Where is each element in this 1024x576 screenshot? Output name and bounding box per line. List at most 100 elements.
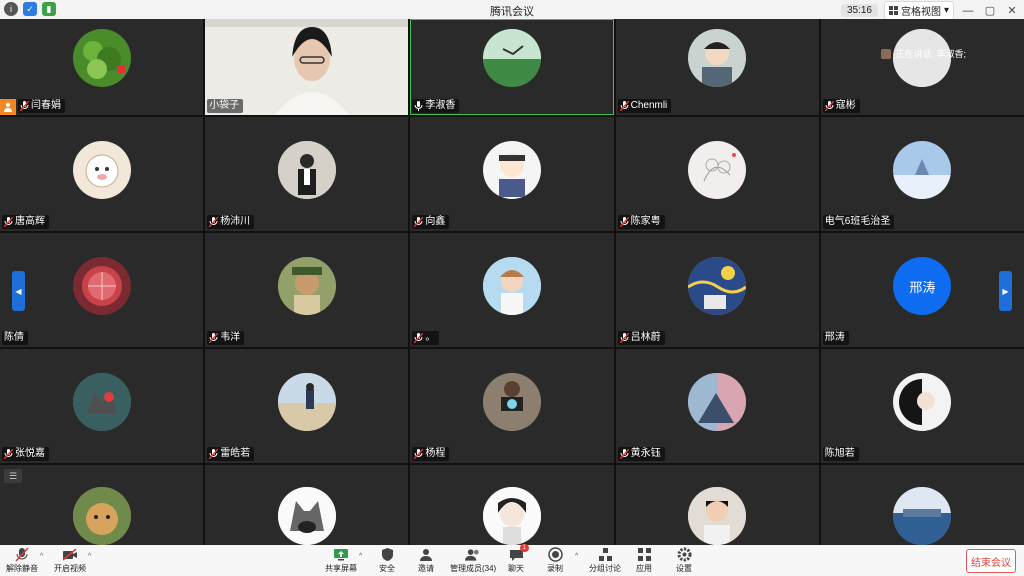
participant-tile[interactable] (205, 465, 409, 553)
maximize-icon[interactable]: ▢ (982, 4, 998, 17)
start-video-button[interactable]: 开启视频 (54, 547, 86, 574)
avatar (277, 141, 336, 199)
apps-button[interactable]: 应用 (636, 547, 652, 574)
avatar (482, 141, 541, 199)
chat-button[interactable]: 1 聊天 (508, 544, 529, 574)
muted-mic-icon (619, 332, 630, 344)
participant-tile[interactable]: 黄永钰 (615, 349, 819, 463)
avatar (893, 373, 952, 431)
participant-name: 韦洋 (220, 332, 241, 343)
breakout-button[interactable]: 分组讨论 (589, 547, 621, 574)
participant-tile[interactable]: 李淑香 (410, 19, 614, 115)
participant-tile[interactable]: 电气6班毛治圣 (820, 117, 1024, 231)
shield-icon (379, 547, 395, 562)
participant-name-tag: 吕林蔚 (617, 331, 665, 345)
share-screen-icon (333, 547, 349, 562)
chevron-right-icon: ▶ (1002, 286, 1009, 296)
breakout-label: 分组讨论 (589, 564, 621, 573)
avatar (688, 141, 747, 199)
previous-page-button[interactable]: ◀ (12, 271, 25, 311)
participant-tile[interactable] (615, 465, 819, 553)
participant-name-tag: 韦洋 (207, 331, 245, 345)
add-user-icon (418, 547, 434, 562)
participant-name: 小袋子 (209, 100, 240, 111)
meeting-toolbar: 解除静音 ^ 开启视频 ^ 共享屏幕 ^ 安全 邀请 管理成员(34) 1 聊天… (0, 544, 1024, 576)
participant-tile[interactable]: 陈家粤 (615, 117, 819, 231)
participant-name: 闫春娟 (31, 100, 61, 111)
muted-mic-icon (619, 100, 630, 112)
avatar (482, 29, 541, 87)
participant-name-tag: 杨程 (412, 447, 450, 461)
apps-label: 应用 (636, 564, 652, 573)
participant-tile[interactable]: 向鑫 (410, 117, 614, 231)
participant-tile[interactable]: 杨程 (410, 349, 614, 463)
participant-name: 。 (425, 332, 436, 343)
participant-tile[interactable]: 陈旭若 (820, 349, 1024, 463)
participant-tile[interactable]: 张悦嘉 (0, 349, 204, 463)
participant-tile[interactable]: 寇彬 正在讲话: 李淑香; (820, 19, 1024, 115)
participant-tile[interactable]: 小袋子 (205, 19, 409, 115)
chat-label: 聊天 (508, 564, 524, 573)
invite-label: 邀请 (418, 564, 434, 573)
participant-tile[interactable] (410, 465, 614, 553)
record-button[interactable]: 录制 (547, 547, 563, 574)
video-options-caret[interactable]: ^ (88, 553, 91, 560)
manage-members-button[interactable]: 管理成员(34) (450, 547, 496, 574)
view-switch-button[interactable]: 宫格视图 ▾ (883, 1, 954, 20)
participant-name-tag: 向鑫 (412, 215, 450, 229)
participant-grid: 闫春娟 小袋子 李淑香 Chenmli 寇彬 正在讲话: 李淑香; 唐高辉 杨沛川 向鑫 陈家粤 电… (0, 19, 1024, 553)
settings-button[interactable]: 设置 (676, 547, 692, 574)
mic-on-icon (414, 101, 423, 111)
audio-options-caret[interactable]: ^ (40, 553, 43, 560)
avatar (277, 257, 336, 315)
participant-name: 杨沛川 (220, 216, 251, 227)
minimize-icon[interactable]: — (960, 5, 976, 17)
record-options-caret[interactable]: ^ (575, 553, 578, 560)
muted-mic-icon (413, 332, 424, 344)
member-list-icon[interactable]: ☰ (4, 469, 22, 483)
participant-tile[interactable]: 唐高辉 (0, 117, 204, 231)
participant-tile[interactable]: Chenmli (615, 19, 819, 115)
grid-view-icon (888, 6, 898, 15)
participant-name: Chenmli (630, 100, 668, 111)
share-options-caret[interactable]: ^ (359, 553, 362, 560)
participant-tile[interactable]: 韦洋 (205, 233, 409, 347)
participant-tile[interactable]: 。 (410, 233, 614, 347)
participant-name-tag: 唐高辉 (2, 215, 49, 229)
participant-tile[interactable] (820, 465, 1024, 553)
muted-mic-icon (19, 100, 30, 112)
participant-name-tag: 闫春娟 (18, 99, 65, 113)
participant-tile[interactable]: 邢涛 邢涛 ▶ (820, 233, 1024, 347)
participant-tile[interactable]: 杨沛川 (205, 117, 409, 231)
next-page-button[interactable]: ▶ (998, 271, 1012, 311)
participant-name: 吕林蔚 (630, 332, 661, 343)
participant-tile[interactable]: 吕林蔚 (615, 233, 819, 347)
end-meeting-button[interactable]: 结束会议 (966, 549, 1016, 573)
participant-tile[interactable]: ☰ (0, 465, 204, 553)
view-label: 宫格视图 (900, 7, 941, 18)
unmute-button[interactable]: 解除静音 (6, 547, 38, 574)
title-bar: i ✓ ▮ 腾讯会议 35:16 宫格视图 ▾ — ▢ ✕ (0, 0, 1024, 20)
muted-mic-icon (3, 448, 14, 460)
participant-name-tag: Chenmli (617, 99, 672, 113)
avatar (893, 141, 952, 199)
avatar (688, 373, 747, 431)
security-button[interactable]: 安全 (379, 547, 395, 574)
close-icon[interactable]: ✕ (1004, 4, 1020, 17)
participant-tile[interactable]: 闫春娟 (0, 19, 204, 115)
participant-name-tag: 陈旭若 (822, 447, 859, 461)
participant-name-tag: 陈家粤 (617, 215, 665, 229)
security-label: 安全 (379, 564, 395, 573)
share-screen-button[interactable]: 共享屏幕 (325, 547, 357, 574)
participant-name: 邢涛 (824, 332, 845, 343)
participant-tile[interactable]: 陈倩 ◀ (0, 233, 204, 347)
participant-tile[interactable]: 雷皓若 (205, 349, 409, 463)
avatar (72, 373, 131, 431)
participant-name-tag: 邢涛 (822, 331, 849, 345)
muted-mic-icon (208, 448, 219, 460)
apps-icon (636, 547, 652, 562)
avatar (72, 257, 131, 315)
invite-button[interactable]: 邀请 (418, 547, 434, 574)
avatar (688, 257, 747, 315)
participant-name-tag: 李淑香 (412, 99, 460, 113)
